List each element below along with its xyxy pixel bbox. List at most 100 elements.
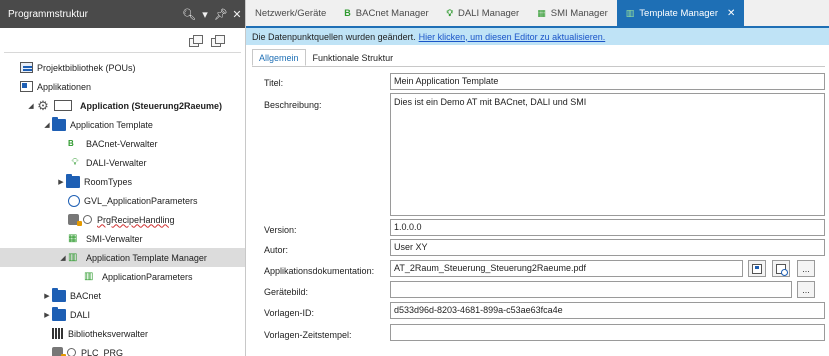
tree-item-prgrecipehandling[interactable]: PrgRecipeHandling <box>0 210 245 229</box>
applications-icon <box>20 81 33 92</box>
folder-icon <box>52 306 66 321</box>
pin-icon[interactable]: 📌︎ <box>213 8 229 21</box>
dropdown-arrow-icon[interactable]: ▾ <box>197 8 213 21</box>
tab-label: Netzwerk/Geräte <box>255 7 327 19</box>
program-icon <box>68 214 82 226</box>
tree-item-bacnet[interactable]: ▶ BACnet <box>0 286 245 305</box>
folder-icon <box>52 116 66 131</box>
titel-input[interactable]: Mein Application Template <box>390 73 825 90</box>
divider <box>252 66 825 67</box>
tree-item-application-template[interactable]: ◢ Application Template <box>0 115 245 134</box>
library-icon <box>20 62 33 73</box>
tree-item-applicationparameters[interactable]: ▥ ApplicationParameters <box>0 267 245 286</box>
version-label: Version: <box>264 225 297 235</box>
tab-template-manager[interactable]: ▥ Template Manager ✕ <box>616 0 745 26</box>
tree-item-plc-prg[interactable]: PLC_PRG <box>0 343 245 356</box>
zeitstempel-input[interactable] <box>390 324 825 341</box>
lightbulb-icon: 💡︎ <box>446 7 453 18</box>
tree-item-label: RoomTypes <box>84 176 133 187</box>
open-document-button[interactable] <box>772 260 790 277</box>
tab-netzwerk-geraete[interactable]: Netzwerk/Geräte <box>246 0 335 26</box>
library-manager-icon <box>52 328 64 339</box>
expand-arrow-icon[interactable]: ▶ <box>42 311 52 319</box>
version-input[interactable]: 1.0.0.0 <box>390 219 825 236</box>
expand-arrow-icon[interactable]: ▶ <box>56 178 66 186</box>
tree-item-label: BACnet <box>70 290 102 301</box>
tree-item-dali[interactable]: ▶ DALI <box>0 305 245 324</box>
refresh-editor-link[interactable]: Hier klicken, um diesen Editor zu aktual… <box>419 32 606 42</box>
tab-label: DALI Manager <box>457 7 520 19</box>
tree-item-label: ApplicationParameters <box>102 271 193 282</box>
tree-item-label: DALI-Verwalter <box>86 157 147 168</box>
panel-toolbar <box>0 28 245 52</box>
tree-item-label: GVL_ApplicationParameters <box>84 195 198 206</box>
doku-input[interactable]: AT_2Raum_Steuerung_Steuerung2Raeume.pdf <box>390 260 743 277</box>
expand-arrow-icon[interactable]: ◢ <box>26 102 36 110</box>
panel-header: Programmstruktur 🔍︎ ▾ 📌︎ ✕ <box>0 0 245 28</box>
tree-item-roomtypes[interactable]: ▶ RoomTypes <box>0 172 245 191</box>
tree-item-label: Application (Steuerung2Raeume) <box>80 100 223 111</box>
beschreibung-label: Beschreibung: <box>264 100 322 110</box>
beschreibung-textarea[interactable]: Dies ist ein Demo AT mit BACnet, DALI un… <box>390 93 825 216</box>
tree-item-bacnet-verwalter[interactable]: B BACnet-Verwalter <box>0 134 245 153</box>
close-tab-icon[interactable]: ✕ <box>727 8 735 19</box>
vorlagen-id-label: Vorlagen-ID: <box>264 308 315 318</box>
bacnet-icon: B <box>68 138 74 148</box>
tree-item-label: Projektbibliothek (POUs) <box>37 62 136 73</box>
save-document-button[interactable] <box>748 260 766 277</box>
radio-indicator <box>67 348 76 356</box>
geraetebild-input[interactable] <box>390 281 792 298</box>
autor-input[interactable]: User XY <box>390 239 825 256</box>
globe-icon <box>68 194 80 207</box>
divider <box>4 52 241 53</box>
tree-item-bibliotheksverwalter[interactable]: Bibliotheksverwalter <box>0 324 245 343</box>
expand-all-icon[interactable] <box>211 34 225 47</box>
tree-item-label: Bibliotheksverwalter <box>68 328 149 339</box>
search-document-icon <box>776 263 788 276</box>
tab-dali-manager[interactable]: 💡︎ DALI Manager <box>438 0 529 26</box>
collapse-all-icon[interactable] <box>189 34 203 47</box>
tree-item-label: PrgRecipeHandling <box>97 214 175 225</box>
tab-funktionale-struktur[interactable]: Funktionale Struktur <box>306 49 401 66</box>
tree-item-label: DALI <box>70 309 91 320</box>
bacnet-icon: B <box>344 8 351 18</box>
browse-geraetebild-button[interactable]: ... <box>797 281 815 298</box>
tree-item-application[interactable]: ◢ ⚙ Application (Steuerung2Raeume) <box>0 96 245 115</box>
vorlagen-id-input[interactable]: d533d96d-8203-4681-899a-c53ae63fca4e <box>390 302 825 319</box>
status-box <box>54 100 72 111</box>
tab-label: BACnet Manager <box>355 7 429 19</box>
panel-title: Programmstruktur <box>8 8 89 20</box>
tree-item-label: SMI-Verwalter <box>86 233 143 244</box>
tab-label: SMI Manager <box>550 7 608 19</box>
tab-allgemein[interactable]: Allgemein <box>252 49 306 66</box>
lightbulb-icon: 💡︎ <box>71 156 79 168</box>
expand-arrow-icon[interactable]: ◢ <box>42 121 52 129</box>
close-icon[interactable]: ✕ <box>229 8 245 21</box>
tree-item-gvl-applicationparameters[interactable]: GVL_ApplicationParameters <box>0 191 245 210</box>
tree-item-application-template-manager[interactable]: ◢ ▥ Application Template Manager <box>0 248 245 267</box>
zeitstempel-label: Vorlagen-Zeitstempel: <box>264 330 352 340</box>
tree-item-label: Application Template Manager <box>86 252 207 263</box>
browse-doku-button[interactable]: ... <box>797 260 815 277</box>
tab-smi-manager[interactable]: ▦ SMI Manager <box>528 0 617 26</box>
editor-tab-bar: Netzwerk/Geräte B BACnet Manager 💡︎ DALI… <box>246 0 829 28</box>
doku-label: Applikationsdokumentation: <box>264 266 375 276</box>
search-icon[interactable]: 🔍︎ <box>181 8 197 21</box>
radio-indicator <box>83 215 92 224</box>
tab-bacnet-manager[interactable]: B BACnet Manager <box>335 0 437 26</box>
smi-icon: ▦ <box>537 7 546 18</box>
expand-arrow-icon[interactable]: ▶ <box>42 292 52 300</box>
expand-arrow-icon[interactable]: ◢ <box>58 254 68 262</box>
subtab-bar: Allgemein Funktionale Struktur <box>252 49 400 66</box>
tree-item-projektbibliothek[interactable]: Projektbibliothek (POUs) <box>0 58 245 77</box>
tree-item-smi-verwalter[interactable]: ▦ SMI-Verwalter <box>0 229 245 248</box>
folder-icon <box>66 173 80 188</box>
info-text: Die Datenpunktquellen wurden geändert. <box>252 31 416 42</box>
smi-icon: ▦ <box>68 232 78 244</box>
tree-item-dali-verwalter[interactable]: 💡︎ DALI-Verwalter <box>0 153 245 172</box>
tree-item-applikationen[interactable]: Applikationen <box>0 77 245 96</box>
save-icon <box>752 263 762 274</box>
autor-label: Autor: <box>264 245 289 255</box>
geraetebild-label: Gerätebild: <box>264 287 309 297</box>
template-manager-icon: ▥ <box>84 270 94 282</box>
